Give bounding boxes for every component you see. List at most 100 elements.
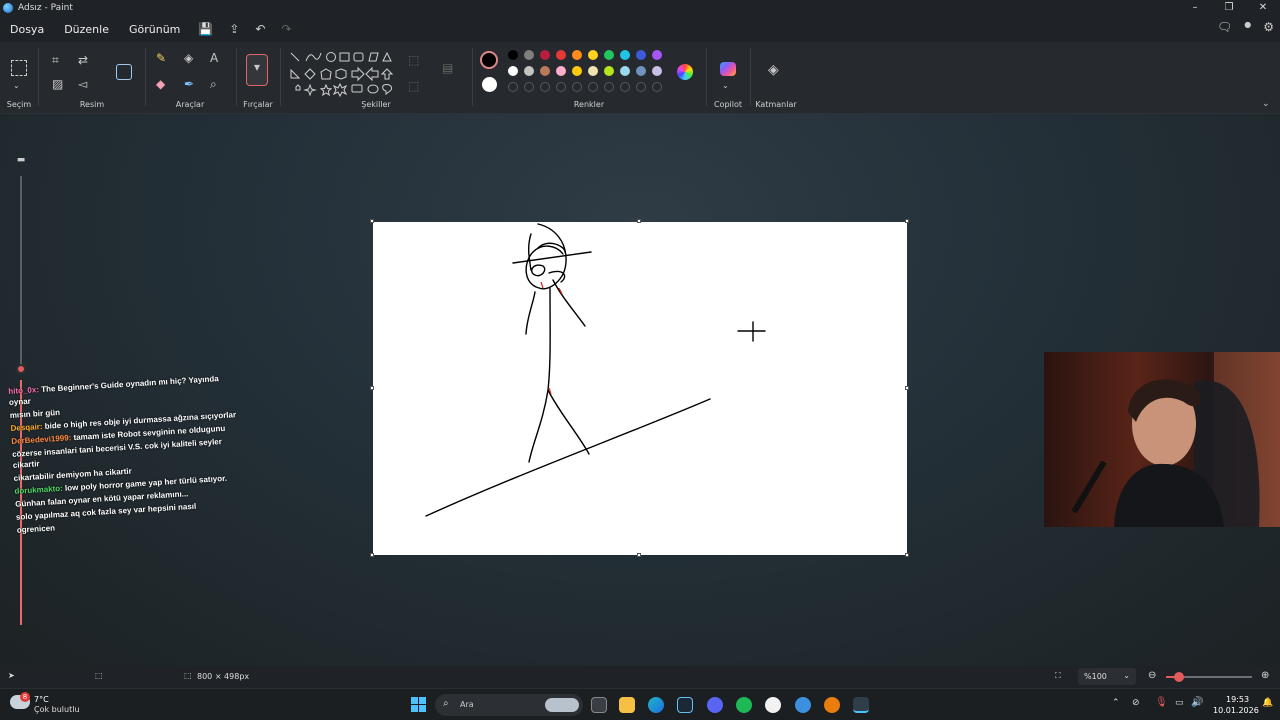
microphone-icon[interactable]: 🎙 (1155, 697, 1168, 708)
resize-handle[interactable] (370, 386, 374, 390)
chevron-down-icon[interactable]: ⌄ (13, 80, 20, 92)
resize-handle[interactable] (637, 553, 641, 557)
color-swatch[interactable] (652, 50, 662, 60)
taskbar-search[interactable]: ⌕ Ara (435, 694, 583, 716)
custom-color-slot[interactable] (524, 82, 534, 92)
browser-icon[interactable] (795, 697, 811, 713)
layers-icon[interactable]: ◈ (768, 63, 779, 77)
discord-icon[interactable] (707, 697, 723, 713)
image-creator-icon[interactable] (116, 64, 132, 80)
color-swatch[interactable] (540, 66, 550, 76)
custom-color-slot[interactable] (508, 82, 518, 92)
background-removal-icon[interactable]: ▨ (52, 78, 63, 90)
menu-edit[interactable]: Düzenle (54, 23, 119, 36)
settings-gear-icon[interactable]: ⚙ (1263, 20, 1274, 34)
custom-color-slot[interactable] (540, 82, 550, 92)
spotify-icon[interactable] (736, 697, 752, 713)
resize-handle[interactable] (905, 219, 909, 223)
color-swatch[interactable] (652, 66, 662, 76)
zoom-slider-thumb[interactable] (1173, 672, 1184, 682)
fill-icon[interactable]: ⬚ (408, 80, 419, 92)
color-swatch[interactable] (572, 50, 582, 60)
rotate-icon[interactable]: ◅ (78, 78, 87, 90)
redo-icon[interactable]: ↷ (273, 22, 299, 36)
color-swatch[interactable] (508, 50, 518, 60)
custom-color-slot[interactable] (556, 82, 566, 92)
resize-handle[interactable] (637, 219, 641, 223)
speaker-icon[interactable]: 🔊 (1191, 697, 1203, 708)
resize-handle[interactable] (905, 386, 909, 390)
undo-icon[interactable]: ↶ (247, 22, 273, 36)
drawing-canvas[interactable] (373, 222, 907, 555)
menu-file[interactable]: Dosya (0, 23, 54, 36)
copilot-icon[interactable] (720, 62, 736, 76)
chevron-down-icon[interactable]: ⌄ (722, 80, 729, 92)
color-swatch[interactable] (604, 66, 614, 76)
zoom-out-icon[interactable]: ⊖ (1148, 670, 1156, 681)
outline-icon[interactable]: ⬚ (408, 54, 419, 66)
custom-color-slot[interactable] (604, 82, 614, 92)
windows-start-icon[interactable] (411, 697, 427, 713)
color-swatch[interactable] (636, 50, 646, 60)
resize-handle[interactable] (905, 553, 909, 557)
paint-taskbar-icon[interactable] (853, 697, 869, 713)
color-swatch[interactable] (620, 66, 630, 76)
brush-icon[interactable]: ▾ (246, 54, 268, 86)
edit-colors-icon[interactable] (677, 64, 693, 80)
custom-color-slot[interactable] (572, 82, 582, 92)
eraser-icon[interactable]: ◆ (156, 78, 165, 90)
color-picker-icon[interactable]: ✒ (184, 78, 194, 90)
custom-color-slot[interactable] (620, 82, 630, 92)
zoom-select[interactable]: %100 ⌄ (1078, 668, 1136, 685)
fit-to-window-icon[interactable]: ⛶ (1055, 671, 1061, 681)
color-swatch[interactable] (636, 66, 646, 76)
minimize-icon[interactable]: – (1178, 0, 1212, 16)
secondary-color-swatch[interactable] (482, 77, 497, 92)
file-explorer-icon[interactable] (619, 697, 635, 713)
close-icon[interactable]: ✕ (1246, 0, 1280, 16)
feedback-icon[interactable]: 🗨 (1217, 20, 1232, 34)
primary-color-swatch[interactable] (480, 51, 498, 69)
shapes-gallery[interactable] (288, 50, 396, 98)
color-swatch[interactable] (620, 50, 630, 60)
fill-bucket-icon[interactable]: ◈ (184, 52, 193, 64)
color-swatch[interactable] (588, 66, 598, 76)
color-swatch[interactable] (572, 66, 582, 76)
steam-icon[interactable] (677, 697, 693, 713)
color-swatch[interactable] (556, 66, 566, 76)
zoom-in-icon[interactable]: ⊕ (1261, 670, 1269, 681)
ribbon-collapse-icon[interactable]: ⌄ (1262, 98, 1270, 110)
unreal-engine-icon[interactable] (765, 697, 781, 713)
custom-color-slot[interactable] (588, 82, 598, 92)
account-icon[interactable]: ● (1244, 20, 1251, 34)
share-icon[interactable]: ⇪ (221, 22, 247, 36)
resize-handle[interactable] (370, 553, 374, 557)
edge-browser-icon[interactable] (648, 697, 664, 713)
custom-color-slot[interactable] (652, 82, 662, 92)
custom-color-slot[interactable] (636, 82, 646, 92)
magnifier-icon[interactable]: ⌕ (210, 78, 217, 90)
resize-icon[interactable]: ⇄ (78, 54, 88, 66)
maximize-icon[interactable]: ❐ (1212, 0, 1246, 16)
shape-scroll-icon[interactable]: ▤ (442, 62, 453, 74)
save-icon[interactable]: 💾 (190, 22, 221, 36)
text-icon[interactable]: A (210, 52, 218, 64)
blender-icon[interactable] (824, 697, 840, 713)
menu-view[interactable]: Görünüm (119, 23, 190, 36)
color-swatch[interactable] (556, 50, 566, 60)
color-swatch[interactable] (604, 50, 614, 60)
select-rectangle-icon[interactable] (11, 60, 27, 76)
network-off-icon[interactable]: ⊘ (1132, 698, 1140, 708)
notification-bell-icon[interactable]: 🔔 (1262, 698, 1273, 708)
color-swatch[interactable] (524, 50, 534, 60)
color-swatch[interactable] (508, 66, 518, 76)
crop-icon[interactable]: ⌗ (52, 54, 59, 66)
display-icon[interactable]: ▭ (1175, 698, 1184, 708)
pencil-icon[interactable]: ✎ (156, 52, 166, 64)
resize-handle[interactable] (370, 219, 374, 223)
color-swatch[interactable] (540, 50, 550, 60)
color-swatch[interactable] (524, 66, 534, 76)
color-swatch[interactable] (588, 50, 598, 60)
tray-overflow-icon[interactable]: ⌃ (1112, 698, 1120, 708)
zoom-slider[interactable] (1166, 672, 1252, 682)
